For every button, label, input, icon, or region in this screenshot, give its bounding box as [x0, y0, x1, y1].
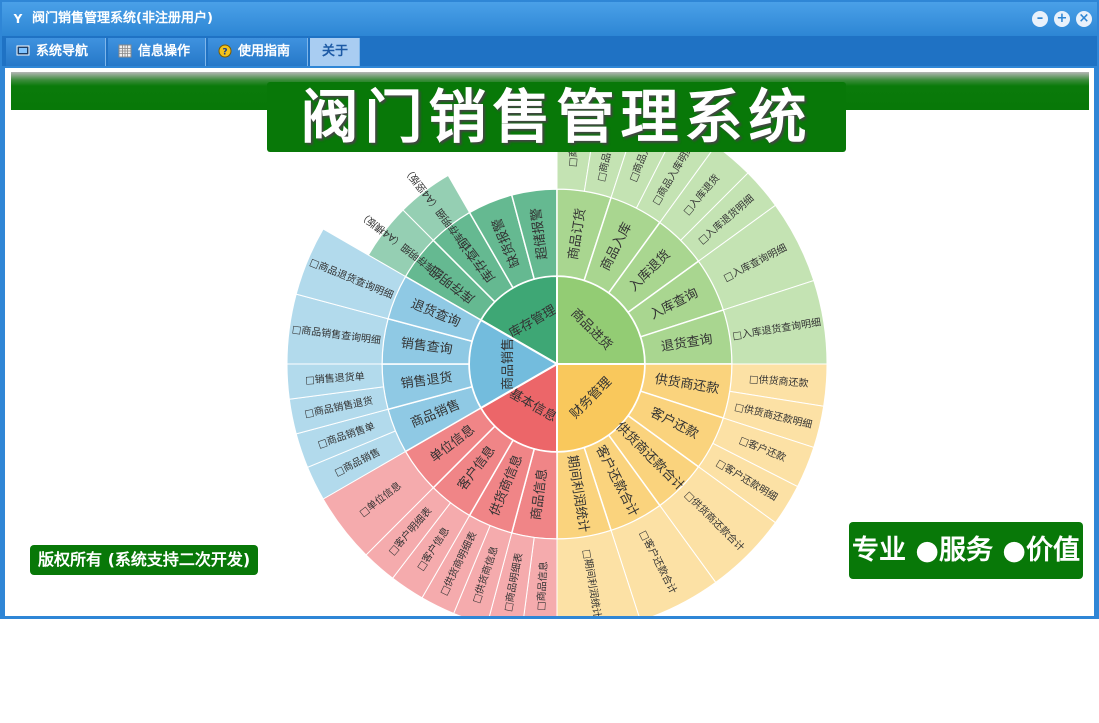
slogan-label: 专业 ●服务 ●价值: [849, 522, 1083, 579]
menu-tab-bar: 系统导航 信息操作 ? 使用指南 关于: [2, 36, 1097, 66]
tab-label: 使用指南: [238, 44, 291, 59]
copyright-label: 版权所有 (系统支持二次开发): [30, 545, 259, 575]
main-content: 库存管理 库存明细 □库存明细（A4横版） 库存查询 □库存明细（A4竖版） 缺货报警 超储…: [5, 68, 1094, 616]
tab-info-operations[interactable]: 信息操作: [108, 38, 206, 66]
app-logo-icon: Y: [13, 12, 23, 26]
svg-text:?: ?: [222, 48, 227, 58]
tab-about[interactable]: 关于: [310, 38, 360, 66]
tab-label: 关于: [322, 44, 349, 59]
tab-user-guide[interactable]: ? 使用指南: [208, 38, 308, 66]
maximize-icon[interactable]: +: [1054, 11, 1070, 27]
wheel-group-label: 商品销售: [500, 338, 516, 390]
tab-label: 信息操作: [138, 44, 191, 59]
monitor-icon: [16, 45, 30, 56]
system-title: 阀门销售管理系统: [267, 82, 846, 152]
close-icon[interactable]: ×: [1076, 11, 1092, 27]
tab-label: 系统导航: [36, 44, 89, 59]
window-title: 阀门销售管理系统(非注册用户): [32, 11, 213, 26]
title-bar[interactable]: Y 阀门销售管理系统(非注册用户) – + ×: [2, 2, 1097, 36]
app-window: Y 阀门销售管理系统(非注册用户) – + × 系统导航 信息操作 ? 使用指南…: [0, 0, 1099, 619]
tab-system-navigation[interactable]: 系统导航: [6, 38, 106, 66]
help-icon: ?: [218, 44, 232, 58]
minimize-icon[interactable]: –: [1032, 11, 1048, 27]
grid-icon: [118, 44, 132, 58]
